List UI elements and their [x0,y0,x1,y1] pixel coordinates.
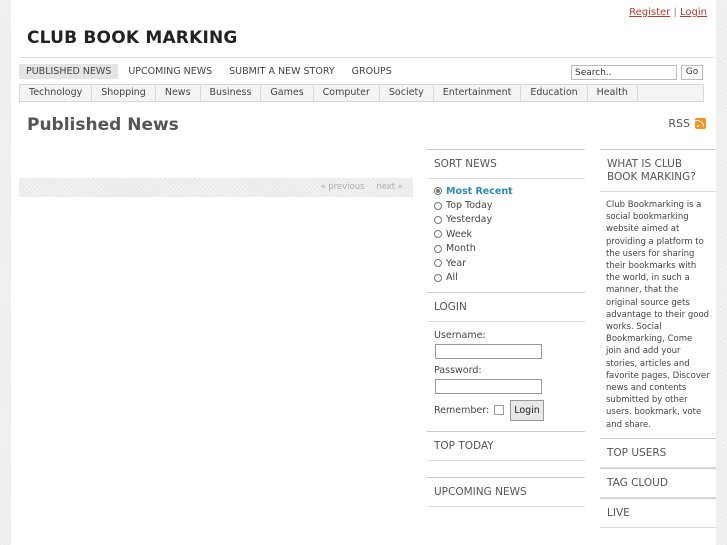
category-education[interactable]: Education [521,85,588,101]
nav-groups[interactable]: GROUPS [345,64,399,79]
nav-submit-story[interactable]: SUBMIT A NEW STORY [222,64,341,79]
sort-label: Month [446,243,476,255]
sort-news-title: SORT NEWS [427,149,585,179]
category-technology[interactable]: Technology [20,85,93,101]
top-today-title[interactable]: TOP TODAY [427,430,585,461]
category-computer[interactable]: Computer [314,85,380,101]
category-health[interactable]: Health [588,85,638,101]
pagination-bar: « previous next » [19,178,413,197]
login-button[interactable]: Login [510,399,544,421]
page-title: Published News [27,115,179,135]
radio-selected-icon[interactable] [434,187,442,196]
sort-label: Week [446,228,473,240]
sort-label: Year [446,257,467,269]
login-link[interactable]: Login [680,7,707,18]
rss-link[interactable]: RSS [668,117,706,130]
sort-month[interactable]: Month [434,242,578,256]
radio-icon[interactable] [434,201,442,210]
sort-label: All [446,272,458,284]
category-bar: Technology Shopping News Business Games … [19,84,704,102]
password-label: Password: [434,364,482,376]
about-text: Club Bookmarking is a social bookmarking… [606,200,710,430]
category-entertainment[interactable]: Entertainment [434,85,522,101]
sort-yesterday[interactable]: Yesterday [434,213,578,227]
search-input[interactable] [571,65,677,80]
about-title: WHAT IS CLUB BOOK MARKING? [600,149,716,192]
right-sidebar: WHAT IS CLUB BOOK MARKING? Club Bookmark… [600,149,716,528]
middle-sidebar: SORT NEWS Most Recent Top Today Yesterda… [427,149,585,507]
tag-cloud-title[interactable]: TAG CLOUD [600,467,716,498]
page-container: Register | Login CLUB BOOK MARKING PUBLI… [11,0,716,545]
rss-label: RSS [668,117,690,130]
category-games[interactable]: Games [261,85,314,101]
top-users-title[interactable]: TOP USERS [600,437,716,468]
top-links-separator: | [673,7,677,18]
sort-year[interactable]: Year [434,256,578,270]
top-links: Register | Login [629,7,707,18]
sort-week[interactable]: Week [434,227,578,241]
sort-label: Yesterday [446,214,493,226]
sort-top-today[interactable]: Top Today [434,198,578,212]
radio-icon[interactable] [434,273,442,282]
sort-options: Most Recent Top Today Yesterday Week Mon… [427,179,585,292]
main-nav: PUBLISHED NEWS UPCOMING NEWS SUBMIT A NE… [19,64,402,79]
next-link[interactable]: next » [376,182,403,192]
remember-checkbox[interactable] [494,405,505,416]
search-go-button[interactable]: Go [681,65,703,80]
radio-icon[interactable] [434,259,442,268]
sort-label: Top Today [446,200,493,212]
sort-most-recent[interactable]: Most Recent [434,184,578,198]
rss-icon [695,118,706,129]
username-field[interactable] [435,343,542,359]
nav-published-news[interactable]: PUBLISHED NEWS [19,64,119,79]
upcoming-news-title[interactable]: UPCOMING NEWS [427,476,585,507]
header-divider [19,57,714,58]
top-today-content [427,461,585,477]
site-title[interactable]: CLUB BOOK MARKING [27,28,238,48]
username-label: Username: [434,329,486,341]
category-business[interactable]: Business [201,85,262,101]
login-form: Username: Password: Remember: Login [427,322,585,431]
sort-all[interactable]: All [434,270,578,284]
sort-label: Most Recent [446,185,513,197]
remember-label: Remember: [434,404,490,416]
radio-icon[interactable] [434,215,442,224]
radio-icon[interactable] [434,230,442,239]
radio-icon[interactable] [434,244,442,253]
remember-row: Remember: Login [434,399,578,421]
previous-link[interactable]: « previous [320,182,364,192]
password-field[interactable] [435,378,542,394]
category-society[interactable]: Society [380,85,434,101]
live-title[interactable]: LIVE [600,497,716,528]
register-link[interactable]: Register [629,7,670,18]
login-title: LOGIN [427,291,585,322]
category-news[interactable]: News [156,85,201,101]
category-shopping[interactable]: Shopping [92,85,156,101]
nav-upcoming-news[interactable]: UPCOMING NEWS [121,64,219,79]
